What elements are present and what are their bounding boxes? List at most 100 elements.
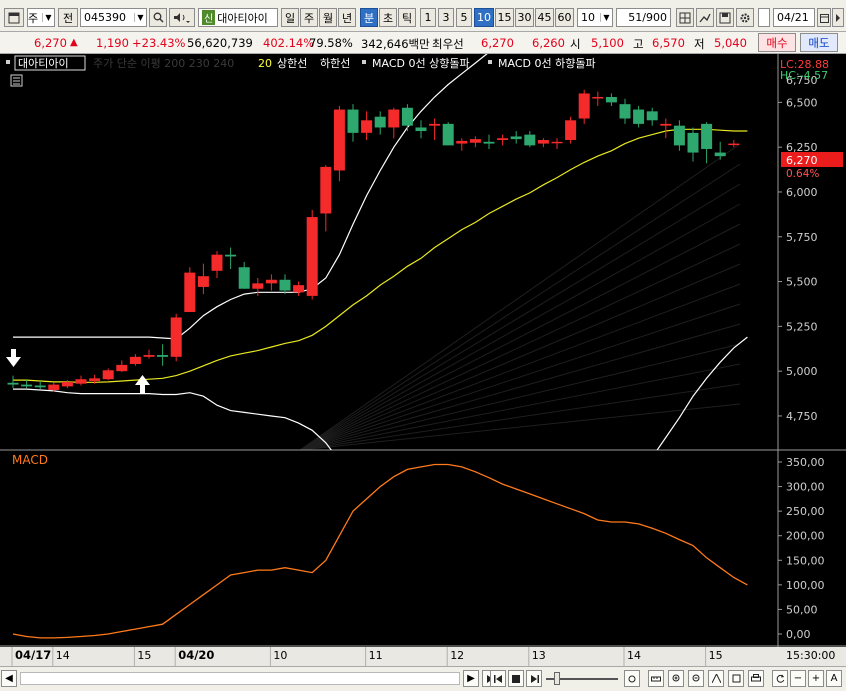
scroll-area-icon[interactable] (624, 670, 640, 687)
period-button-tick[interactable]: 틱 (398, 8, 416, 27)
buy-button[interactable]: 매수 (758, 33, 796, 52)
sound-icon[interactable] (169, 8, 195, 27)
interval-select[interactable]: 10 ▼ (577, 8, 613, 27)
period-button-month[interactable]: 월 (319, 8, 337, 27)
candle-body (34, 385, 46, 388)
interval-button-45[interactable]: 45 (535, 8, 554, 27)
print-icon[interactable] (748, 670, 764, 687)
view-toggle-button[interactable]: 전 (58, 8, 78, 27)
volume: 56,620,739 (187, 36, 253, 50)
candle-body (646, 111, 658, 121)
bar-count-field[interactable]: 51/900 (616, 8, 671, 27)
stop-icon[interactable] (508, 670, 524, 687)
interval-button-15[interactable]: 15 (495, 8, 514, 27)
low-label: 저 (694, 37, 705, 51)
crosshair-icon[interactable] (676, 8, 694, 27)
stock-name-field[interactable]: 신 대아티아이 (198, 8, 278, 27)
legend-envelope-period[interactable]: 20 (258, 57, 272, 70)
best-bid: 6,260 (532, 36, 565, 50)
interval-button-30[interactable]: 30 (515, 8, 534, 27)
candle-body (429, 123, 441, 126)
text-icon[interactable] (708, 670, 724, 687)
date-checkbox[interactable] (758, 8, 770, 27)
window-menu-icon[interactable] (4, 8, 24, 27)
macd-tick-label: 250,00 (786, 505, 825, 518)
period-button-second[interactable]: 초 (379, 8, 397, 27)
legend-macd-down[interactable]: MACD 0선 하향돌파 (498, 56, 596, 70)
interval-button-10[interactable]: 10 (474, 8, 494, 27)
candle-body (102, 370, 114, 380)
candle-body (660, 123, 672, 126)
legend-ma-label[interactable]: 주가 단순 이평 200 230 240 (93, 57, 234, 70)
period-button-week[interactable]: 주 (300, 8, 318, 27)
trendline-icon[interactable] (696, 8, 714, 27)
sell-button[interactable]: 매도 (800, 33, 838, 52)
text-mode-icon[interactable]: A (826, 670, 842, 687)
up-arrow-icon: ▲ (70, 37, 78, 48)
candle-body (61, 381, 73, 387)
interval-button-3[interactable]: 3 (438, 8, 454, 27)
interval-button-60[interactable]: 60 (555, 8, 574, 27)
candle-body (592, 97, 604, 99)
date-input[interactable]: 04/21 (773, 8, 815, 27)
last-bar-icon[interactable] (526, 670, 542, 687)
ruler-icon[interactable] (648, 670, 664, 687)
macd-panel-label: MACD (12, 453, 48, 467)
calendar-icon[interactable] (817, 8, 831, 27)
speed-slider-thumb[interactable] (554, 672, 560, 685)
macd-tick-label: 350,00 (786, 456, 825, 469)
period-button-year[interactable]: 년 (338, 8, 356, 27)
zoom-plus-icon[interactable]: + (808, 670, 824, 687)
candle-body (565, 120, 577, 141)
scroll-left-icon[interactable]: ◀ (1, 670, 17, 687)
legend-bullet (362, 60, 366, 64)
first-bar-icon[interactable] (490, 670, 506, 687)
scroll-right-icon[interactable]: ▶ (463, 670, 479, 687)
period-button-day[interactable]: 일 (281, 8, 299, 27)
current-price: 6,270 (34, 36, 67, 50)
candle-body (524, 134, 536, 146)
best-quote-label: 최우선 (432, 37, 464, 51)
save-icon[interactable] (716, 8, 734, 27)
candle-body (48, 384, 60, 390)
time-tick-label: 13 (532, 649, 546, 662)
speed-slider[interactable] (546, 672, 618, 685)
candle-body (605, 97, 617, 103)
bar-count-total: /900 (642, 11, 667, 24)
legend-envelope-lower[interactable]: 하한선 (320, 56, 350, 70)
time-tick-label: 15 (709, 649, 723, 662)
more-icon[interactable] (832, 8, 844, 27)
candle-body (225, 254, 237, 257)
stock-chart[interactable]: 6,5006,2506,0005,7505,5005,2505,0004,750… (0, 54, 846, 666)
candle-body (401, 107, 413, 126)
candle-body (361, 120, 373, 133)
zoom-out-icon[interactable] (688, 670, 704, 687)
candle-body (374, 116, 386, 128)
macd-tick-label: 200,00 (786, 530, 825, 543)
horizontal-scrollbar-track[interactable] (20, 672, 460, 685)
open-price: 5,100 (591, 36, 624, 50)
refresh-icon[interactable] (772, 670, 788, 687)
chart-area[interactable]: 6,500 6,250 6,000 5,750 5,500 5,250 5,000 4,750… (0, 54, 846, 666)
stock-code-input[interactable]: 045390 ▼ (80, 8, 147, 27)
candle-body (293, 285, 305, 293)
zoom-minus-icon[interactable]: − (790, 670, 806, 687)
reset-icon[interactable] (728, 670, 744, 687)
candle-body (21, 384, 33, 387)
gear-icon[interactable] (736, 8, 754, 27)
trade-amount: 342,646백만 (361, 37, 430, 51)
interval-button-5[interactable]: 5 (456, 8, 472, 27)
legend-envelope-upper[interactable]: 상한선 (277, 57, 307, 70)
legend-bullet (6, 60, 10, 64)
candle-body (333, 109, 345, 171)
search-icon[interactable] (149, 8, 167, 27)
period-button-minute[interactable]: 분 (360, 8, 378, 27)
legend-macd-up[interactable]: MACD 0선 상향돌파 (372, 57, 470, 70)
bottom-bar: ◀ ▶ − + A (0, 666, 846, 691)
candle-body (701, 123, 713, 149)
legend-stock-name[interactable]: 대아티아이 (18, 57, 69, 70)
market-select[interactable]: 주 ▼ (27, 8, 55, 27)
interval-button-1[interactable]: 1 (420, 8, 436, 27)
candle-body (510, 136, 522, 140)
zoom-in-icon[interactable] (668, 670, 684, 687)
